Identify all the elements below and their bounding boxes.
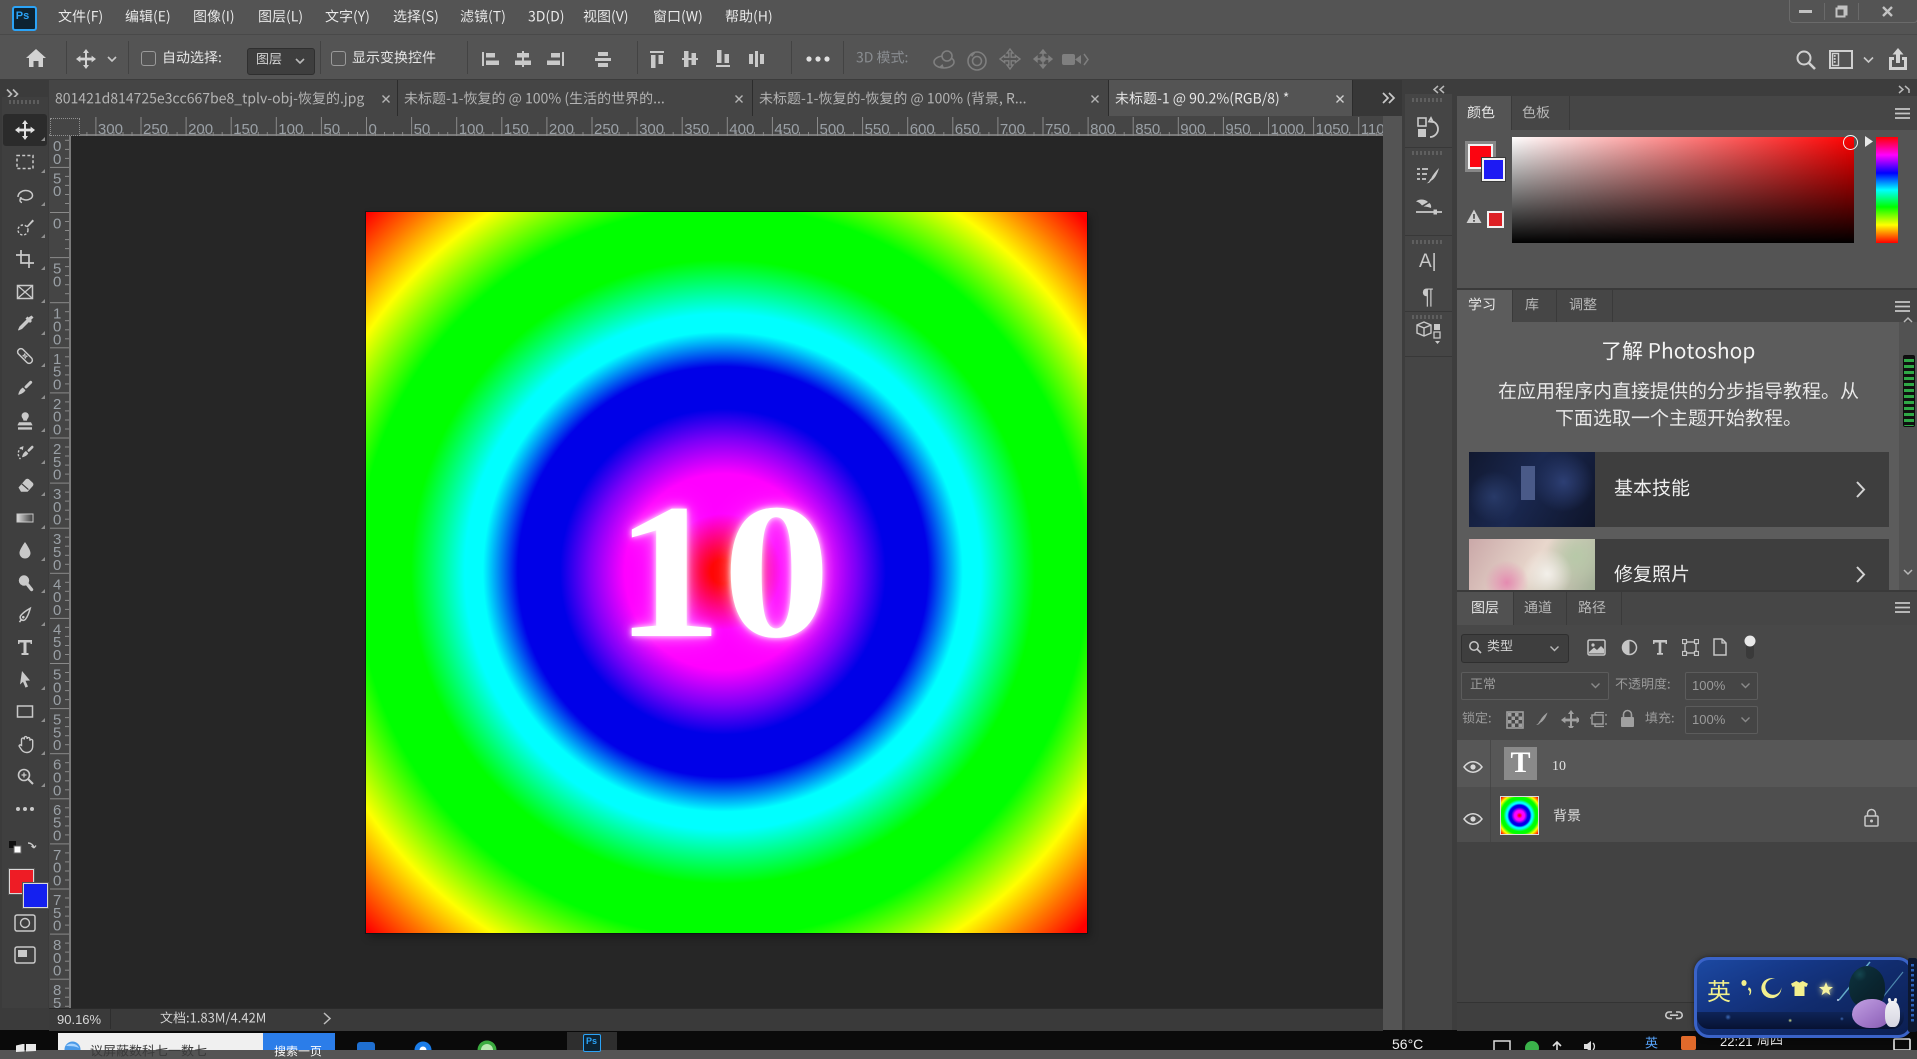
svg-text:0: 0 (53, 376, 61, 393)
svg-text:0: 0 (53, 827, 61, 844)
svg-text:400: 400 (729, 121, 754, 136)
svg-text:0: 0 (53, 963, 61, 980)
svg-text:300: 300 (639, 121, 664, 136)
svg-text:0: 0 (53, 918, 61, 935)
svg-text:600: 600 (910, 121, 935, 136)
svg-text:50: 50 (323, 121, 340, 136)
svg-text:0: 0 (53, 151, 61, 168)
svg-text:0: 0 (53, 782, 61, 799)
svg-text:950: 950 (1225, 121, 1250, 136)
svg-text:0: 0 (53, 273, 61, 290)
svg-text:0: 0 (53, 737, 61, 754)
svg-text:0: 0 (53, 216, 61, 233)
svg-text:650: 650 (955, 121, 980, 136)
svg-text:0: 0 (53, 183, 61, 200)
svg-text:200: 200 (188, 121, 213, 136)
svg-text:350: 350 (684, 121, 709, 136)
svg-text:550: 550 (865, 121, 890, 136)
svg-text:1050: 1050 (1316, 121, 1349, 136)
svg-text:150: 150 (233, 121, 258, 136)
svg-text:0: 0 (53, 647, 61, 664)
svg-text:0: 0 (53, 602, 61, 619)
svg-text:5: 5 (53, 995, 61, 1008)
svg-text:850: 850 (1135, 121, 1160, 136)
svg-text:50: 50 (414, 121, 431, 136)
svg-text:300: 300 (98, 121, 123, 136)
svg-text:0: 0 (53, 512, 61, 529)
svg-text:0: 0 (53, 692, 61, 709)
svg-text:0: 0 (53, 467, 61, 484)
svg-text:0: 0 (53, 557, 61, 574)
svg-text:100: 100 (459, 121, 484, 136)
svg-text:100: 100 (278, 121, 303, 136)
svg-text:900: 900 (1180, 121, 1205, 136)
svg-text:0: 0 (53, 873, 61, 890)
svg-text:0: 0 (53, 331, 61, 348)
svg-text:450: 450 (774, 121, 799, 136)
svg-text:750: 750 (1045, 121, 1070, 136)
svg-text:150: 150 (504, 121, 529, 136)
svg-text:1100: 1100 (1361, 121, 1383, 136)
svg-text:800: 800 (1090, 121, 1115, 136)
svg-text:200: 200 (549, 121, 574, 136)
svg-text:250: 250 (143, 121, 168, 136)
svg-text:250: 250 (594, 121, 619, 136)
svg-text:0: 0 (53, 422, 61, 439)
svg-text:500: 500 (820, 121, 845, 136)
svg-text:1000: 1000 (1271, 121, 1304, 136)
svg-text:700: 700 (1000, 121, 1025, 136)
